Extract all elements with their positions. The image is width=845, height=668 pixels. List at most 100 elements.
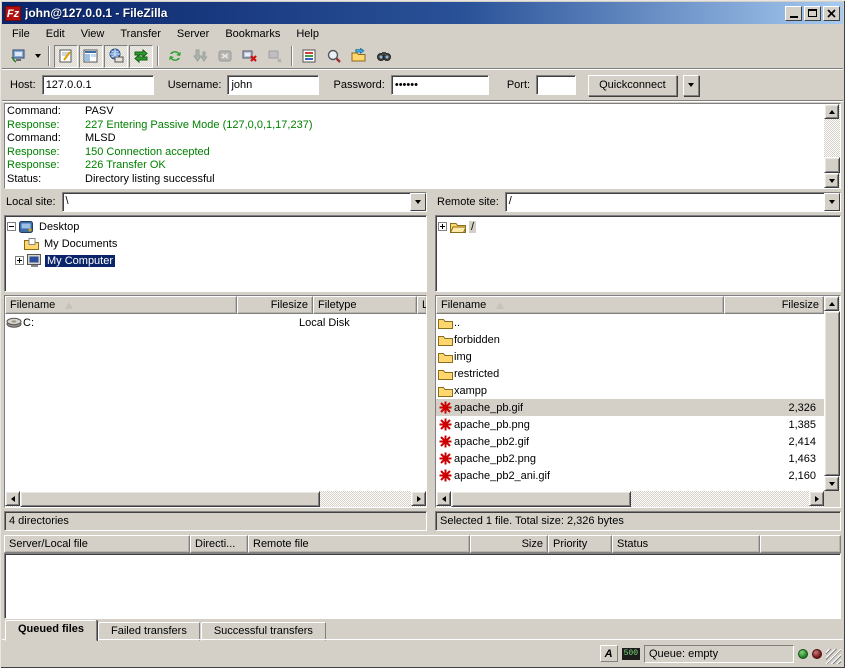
remote-file-row[interactable]: apache_pb2.png 1,463 — [436, 450, 824, 467]
remote-file-row[interactable]: apache_pb2.gif 2,414 — [436, 433, 824, 450]
tab-queued-files[interactable]: Queued files — [5, 620, 97, 641]
column-header-direction[interactable]: Directi... — [190, 535, 248, 553]
transfer-type-indicator[interactable]: A — [600, 645, 618, 662]
close-button[interactable] — [823, 6, 840, 21]
remote-file-row-selected[interactable]: apache_pb.gif 2,326 — [436, 399, 824, 416]
minimize-button[interactable] — [785, 6, 802, 21]
local-site-dropdown-button[interactable] — [410, 193, 426, 211]
remote-file-row[interactable]: .. — [436, 314, 824, 331]
scroll-left-button[interactable] — [5, 491, 20, 506]
menu-bookmarks[interactable]: Bookmarks — [217, 26, 288, 42]
tree-item-desktop[interactable]: Desktop — [7, 218, 425, 235]
password-input[interactable] — [391, 75, 489, 95]
maximize-button[interactable] — [804, 6, 821, 21]
column-header-size[interactable]: Size — [470, 535, 548, 553]
username-input[interactable] — [227, 75, 319, 95]
toggle-remote-tree-button[interactable] — [104, 45, 128, 68]
synchronized-browsing-button[interactable] — [347, 45, 371, 68]
column-header-filename[interactable]: Filename — [436, 296, 724, 314]
scroll-right-button[interactable] — [809, 491, 824, 506]
my-computer-icon — [27, 254, 42, 268]
reconnect-button[interactable] — [263, 45, 287, 68]
scroll-up-button[interactable] — [824, 104, 839, 119]
expand-icon[interactable] — [438, 222, 447, 231]
process-queue-button[interactable] — [188, 45, 212, 68]
column-header-filesize[interactable]: Filesize — [724, 296, 824, 314]
remote-tree: / — [435, 215, 841, 292]
scroll-up-button[interactable] — [824, 296, 839, 311]
remote-vertical-scrollbar[interactable] — [824, 296, 840, 491]
remote-site-combobox[interactable]: / — [505, 192, 841, 212]
scroll-down-button[interactable] — [824, 173, 839, 188]
site-manager-button[interactable] — [6, 45, 30, 68]
scroll-down-icon — [829, 482, 835, 486]
disconnect-button[interactable] — [238, 45, 262, 68]
refresh-button[interactable] — [163, 45, 187, 68]
scroll-right-button[interactable] — [411, 491, 426, 506]
remote-file-row[interactable]: apache_pb.png 1,385 — [436, 416, 824, 433]
menu-view[interactable]: View — [73, 26, 113, 42]
column-header-priority[interactable]: Priority — [548, 535, 612, 553]
local-horizontal-scrollbar[interactable] — [5, 491, 426, 507]
menu-server[interactable]: Server — [169, 26, 217, 42]
remote-file-row[interactable]: xampp — [436, 382, 824, 399]
menu-transfer[interactable]: Transfer — [112, 26, 169, 42]
scroll-down-button[interactable] — [824, 476, 839, 491]
column-header-filename[interactable]: Filename — [5, 296, 237, 314]
log-line: Response:150 Connection accepted — [7, 146, 822, 160]
directory-comparison-button[interactable] — [322, 45, 346, 68]
find-files-button[interactable] — [372, 45, 396, 68]
desktop-icon — [19, 220, 34, 234]
filter-button[interactable] — [297, 45, 321, 68]
site-manager-dropdown[interactable] — [31, 45, 44, 68]
scrollbar-thumb[interactable] — [824, 311, 840, 476]
title-bar[interactable]: Fz john@127.0.0.1 - FileZilla — [2, 2, 843, 24]
menu-file[interactable]: File — [4, 26, 38, 42]
pane-splitter[interactable] — [427, 191, 435, 531]
tree-item-my-documents[interactable]: My Documents — [7, 235, 425, 252]
expand-icon[interactable] — [15, 256, 24, 265]
column-header-lastmodified[interactable]: L — [417, 296, 426, 314]
menu-edit[interactable]: Edit — [38, 26, 73, 42]
toggle-transfer-queue-button[interactable] — [129, 45, 153, 68]
collapse-icon[interactable] — [7, 222, 16, 231]
port-label: Port: — [507, 79, 530, 91]
remote-file-row[interactable]: img — [436, 348, 824, 365]
speed-limit-indicator[interactable]: 500 — [622, 648, 640, 660]
remote-site-dropdown-button[interactable] — [824, 193, 840, 211]
column-header-status[interactable]: Status — [612, 535, 760, 553]
tree-item-my-computer[interactable]: My Computer — [7, 252, 425, 269]
message-log-rows: Command:PASV Response:227 Entering Passi… — [5, 104, 824, 188]
scroll-right-icon — [417, 496, 421, 502]
remote-horizontal-scrollbar[interactable] — [436, 491, 824, 507]
column-header-server-local-file[interactable]: Server/Local file — [4, 535, 190, 553]
column-header-filesize[interactable]: Filesize — [237, 296, 313, 314]
local-tree: Desktop My Documents My Computer — [4, 215, 427, 292]
menu-help[interactable]: Help — [288, 26, 327, 42]
resize-grip[interactable] — [826, 649, 841, 664]
remote-file-row[interactable]: forbidden — [436, 331, 824, 348]
toggle-message-log-button[interactable] — [54, 45, 78, 68]
local-list-body: C: Local Disk — [5, 314, 426, 491]
tree-item-root[interactable]: / — [438, 218, 839, 235]
remote-file-row[interactable]: apache_pb2_ani.gif 2,160 — [436, 467, 824, 484]
scrollbar-thumb[interactable] — [824, 157, 840, 173]
quickconnect-button[interactable]: Quickconnect — [588, 75, 677, 96]
local-site-combobox[interactable]: \ — [62, 192, 427, 212]
local-file-row[interactable]: C: Local Disk — [5, 314, 426, 331]
image-file-icon — [439, 435, 452, 448]
scrollbar-thumb[interactable] — [451, 491, 631, 507]
queue-body[interactable] — [4, 553, 841, 619]
log-vertical-scrollbar[interactable] — [824, 104, 840, 188]
column-header-filetype[interactable]: Filetype — [313, 296, 417, 314]
toggle-local-tree-button[interactable] — [79, 45, 103, 68]
column-header-remote-file[interactable]: Remote file — [248, 535, 470, 553]
scrollbar-thumb[interactable] — [20, 491, 320, 507]
host-input[interactable] — [42, 75, 154, 95]
quickconnect-dropdown[interactable] — [683, 75, 699, 96]
port-input[interactable] — [536, 75, 576, 95]
remote-file-row[interactable]: restricted — [436, 365, 824, 382]
maximize-icon — [808, 9, 817, 17]
cancel-operation-button[interactable] — [213, 45, 237, 68]
scroll-left-button[interactable] — [436, 491, 451, 506]
